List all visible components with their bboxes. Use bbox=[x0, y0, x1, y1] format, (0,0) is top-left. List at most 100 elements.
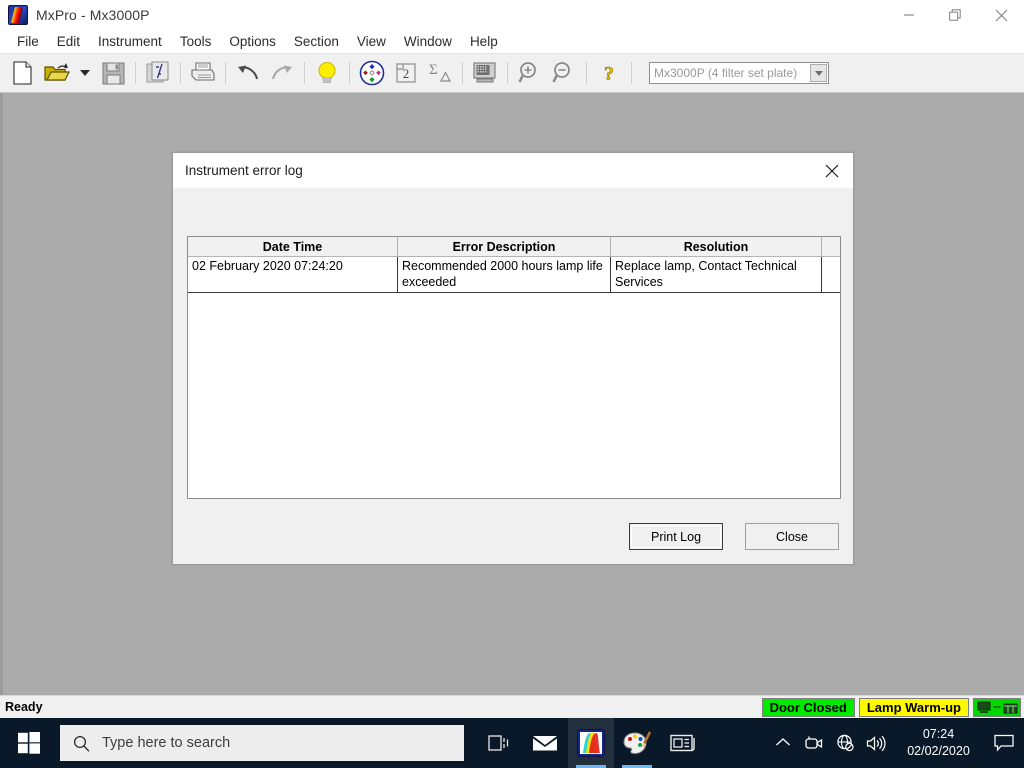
print-button[interactable] bbox=[186, 56, 220, 90]
close-icon[interactable] bbox=[811, 154, 853, 188]
menu-options[interactable]: Options bbox=[220, 32, 285, 51]
undo-button[interactable] bbox=[231, 56, 265, 90]
taskbar-mxpro-button[interactable] bbox=[568, 718, 614, 768]
menu-view[interactable]: View bbox=[348, 32, 395, 51]
minimize-button[interactable] bbox=[886, 0, 932, 30]
close-dialog-button[interactable]: Close bbox=[745, 523, 839, 550]
notification-icon[interactable] bbox=[986, 718, 1022, 768]
cell-extra bbox=[822, 257, 840, 293]
error-log-table[interactable]: Date Time Error Description Resolution 0… bbox=[187, 236, 841, 499]
taskbar-news-button[interactable] bbox=[660, 718, 706, 768]
instrument-button[interactable] bbox=[468, 56, 502, 90]
undo-icon bbox=[238, 65, 258, 80]
taskbar-apps bbox=[476, 718, 706, 768]
toolbar-separator bbox=[462, 62, 463, 84]
network-offline-icon[interactable] bbox=[829, 718, 860, 768]
instrument-selector-value: Mx3000P (4 filter set plate) bbox=[654, 66, 798, 80]
new-document-icon bbox=[13, 61, 32, 85]
help-icon: ? bbox=[604, 63, 615, 85]
report-icon bbox=[146, 61, 169, 83]
print-log-button[interactable]: Print Log bbox=[629, 523, 723, 550]
instrument-error-log-dialog: Instrument error log Date Time Error Des… bbox=[172, 152, 854, 565]
taskbar-task-view-button[interactable] bbox=[476, 718, 522, 768]
menu-tools[interactable]: Tools bbox=[171, 32, 221, 51]
dual-plate-button[interactable]: 2 bbox=[389, 56, 423, 90]
toolbar-separator bbox=[135, 62, 136, 84]
toolbar-separator bbox=[225, 62, 226, 84]
mxpro-icon bbox=[577, 729, 605, 757]
start-button[interactable] bbox=[0, 718, 58, 768]
table-row[interactable]: 02 February 2020 07:24:20 Recommended 20… bbox=[188, 257, 840, 293]
toolbar: 2 Σ ? Mx3000P (4 filter set plate) bbox=[0, 53, 1024, 93]
menu-bar: File Edit Instrument Tools Options Secti… bbox=[0, 30, 1024, 53]
restore-button[interactable] bbox=[932, 0, 978, 30]
svg-text:2: 2 bbox=[403, 66, 410, 81]
menu-edit[interactable]: Edit bbox=[48, 32, 89, 51]
column-header-resolution[interactable]: Resolution bbox=[611, 237, 822, 257]
chevron-down-icon[interactable] bbox=[810, 64, 827, 82]
camera-icon[interactable] bbox=[798, 718, 829, 768]
zoom-out-button[interactable] bbox=[547, 56, 581, 90]
instrument-selector[interactable]: Mx3000P (4 filter set plate) bbox=[649, 62, 829, 84]
computer-icon bbox=[977, 701, 990, 713]
task-view-icon bbox=[488, 735, 509, 751]
windows-logo-icon bbox=[18, 732, 40, 754]
taskbar-paint-button[interactable] bbox=[614, 718, 660, 768]
help-button[interactable]: ? bbox=[592, 56, 626, 90]
lamp-status-badge: Lamp Warm-up bbox=[858, 697, 969, 717]
taskbar-clock[interactable]: 07:24 02/02/2020 bbox=[891, 718, 986, 768]
report-button[interactable] bbox=[141, 56, 175, 90]
instrument-icon bbox=[1003, 703, 1017, 713]
menu-window[interactable]: Window bbox=[395, 32, 461, 51]
filter-set-button[interactable] bbox=[355, 56, 389, 90]
table-body: 02 February 2020 07:24:20 Recommended 20… bbox=[188, 257, 840, 293]
toolbar-separator bbox=[586, 62, 587, 84]
clock-time: 07:24 bbox=[922, 727, 955, 741]
new-document-button[interactable] bbox=[6, 56, 40, 90]
column-header-date-time[interactable]: Date Time bbox=[188, 237, 398, 257]
search-placeholder: Type here to search bbox=[102, 735, 231, 751]
window-title: MxPro - Mx3000P bbox=[36, 7, 150, 23]
menu-section[interactable]: Section bbox=[285, 32, 348, 51]
chevron-up-icon[interactable] bbox=[767, 718, 798, 768]
zoom-in-button[interactable] bbox=[513, 56, 547, 90]
menu-instrument[interactable]: Instrument bbox=[89, 32, 171, 51]
door-status-badge: Door Closed bbox=[761, 697, 855, 717]
taskbar-mail-button[interactable] bbox=[522, 718, 568, 768]
redo-button[interactable] bbox=[265, 56, 299, 90]
status-panels: Door Closed Lamp Warm-up bbox=[761, 697, 1024, 717]
analysis-button[interactable]: Σ bbox=[423, 56, 457, 90]
dual-plate-icon: 2 bbox=[396, 63, 416, 83]
volume-icon[interactable] bbox=[860, 718, 891, 768]
menu-file[interactable]: File bbox=[8, 32, 48, 51]
mxpro-app-icon bbox=[8, 5, 28, 25]
close-button[interactable] bbox=[978, 0, 1024, 30]
search-icon bbox=[60, 735, 102, 752]
zoom-out-icon bbox=[552, 62, 570, 83]
menu-help[interactable]: Help bbox=[461, 32, 507, 51]
paint-icon bbox=[623, 731, 651, 755]
toolbar-separator bbox=[507, 62, 508, 84]
dialog-title: Instrument error log bbox=[185, 163, 303, 178]
open-button[interactable] bbox=[40, 56, 74, 90]
open-dropdown-button[interactable] bbox=[74, 56, 96, 90]
zoom-in-icon bbox=[518, 62, 536, 83]
column-header-error-description[interactable]: Error Description bbox=[398, 237, 611, 257]
toolbar-separator bbox=[631, 62, 632, 84]
svg-text:Σ: Σ bbox=[429, 62, 438, 78]
news-icon bbox=[669, 734, 695, 752]
column-header-extra[interactable] bbox=[822, 237, 840, 257]
window-controls bbox=[886, 0, 1024, 30]
search-input[interactable]: Type here to search bbox=[60, 725, 464, 761]
dialog-body: Date Time Error Description Resolution 0… bbox=[173, 188, 853, 564]
dialog-titlebar: Instrument error log bbox=[173, 153, 853, 188]
print-icon bbox=[191, 62, 215, 81]
cell-date-time: 02 February 2020 07:24:20 bbox=[188, 257, 398, 293]
instrument-monitor-icon bbox=[473, 62, 496, 83]
save-button[interactable] bbox=[96, 56, 130, 90]
sigma-delta-icon: Σ bbox=[429, 62, 451, 82]
lamp-button[interactable] bbox=[310, 56, 344, 90]
redo-icon bbox=[272, 65, 292, 80]
status-message: Ready bbox=[5, 700, 43, 714]
windows-taskbar: Type here to search 07:24 02/02/2020 bbox=[0, 718, 1024, 768]
